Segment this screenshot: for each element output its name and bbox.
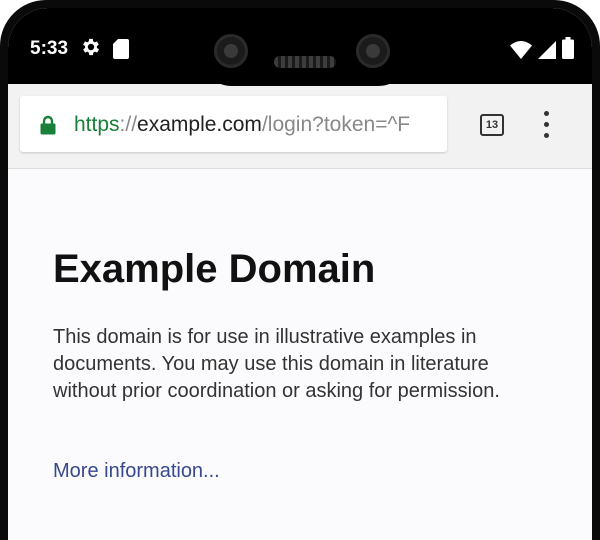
web-page: Example Domain This domain is for use in… <box>8 169 592 540</box>
overflow-menu-icon[interactable] <box>538 111 554 141</box>
gear-icon <box>80 36 102 63</box>
page-body-text: This domain is for use in illustrative e… <box>53 326 500 402</box>
wifi-icon <box>510 41 532 64</box>
status-time: 5:33 <box>30 38 69 59</box>
address-bar[interactable]: https://example.com/login?token=^F <box>20 96 447 152</box>
more-information-link[interactable]: More information... <box>53 460 220 483</box>
url-separator: :// <box>119 113 138 136</box>
battery-icon <box>562 37 574 64</box>
front-sensor-icon <box>356 34 390 68</box>
tab-switcher-icon[interactable]: 13 <box>480 114 504 136</box>
front-camera-icon <box>214 34 248 68</box>
phone-screen: 5:33 https://example.com/login?token=^F … <box>8 8 592 540</box>
url-path: /login?token=^F <box>261 113 411 136</box>
status-right-icons <box>510 37 574 64</box>
browser-toolbar: https://example.com/login?token=^F 13 <box>8 84 592 169</box>
lock-icon[interactable] <box>40 115 56 140</box>
signal-icon <box>538 41 556 64</box>
page-title: Example Domain <box>53 247 376 291</box>
sd-card-icon <box>113 39 129 64</box>
url-text[interactable]: https://example.com/login?token=^F <box>74 113 444 137</box>
phone-device: 5:33 https://example.com/login?token=^F … <box>0 0 600 540</box>
url-scheme: https <box>74 113 120 136</box>
earpiece-speaker <box>274 56 336 68</box>
url-host: example.com <box>137 113 262 136</box>
tab-count: 13 <box>485 119 499 131</box>
camera-notch <box>198 8 412 86</box>
